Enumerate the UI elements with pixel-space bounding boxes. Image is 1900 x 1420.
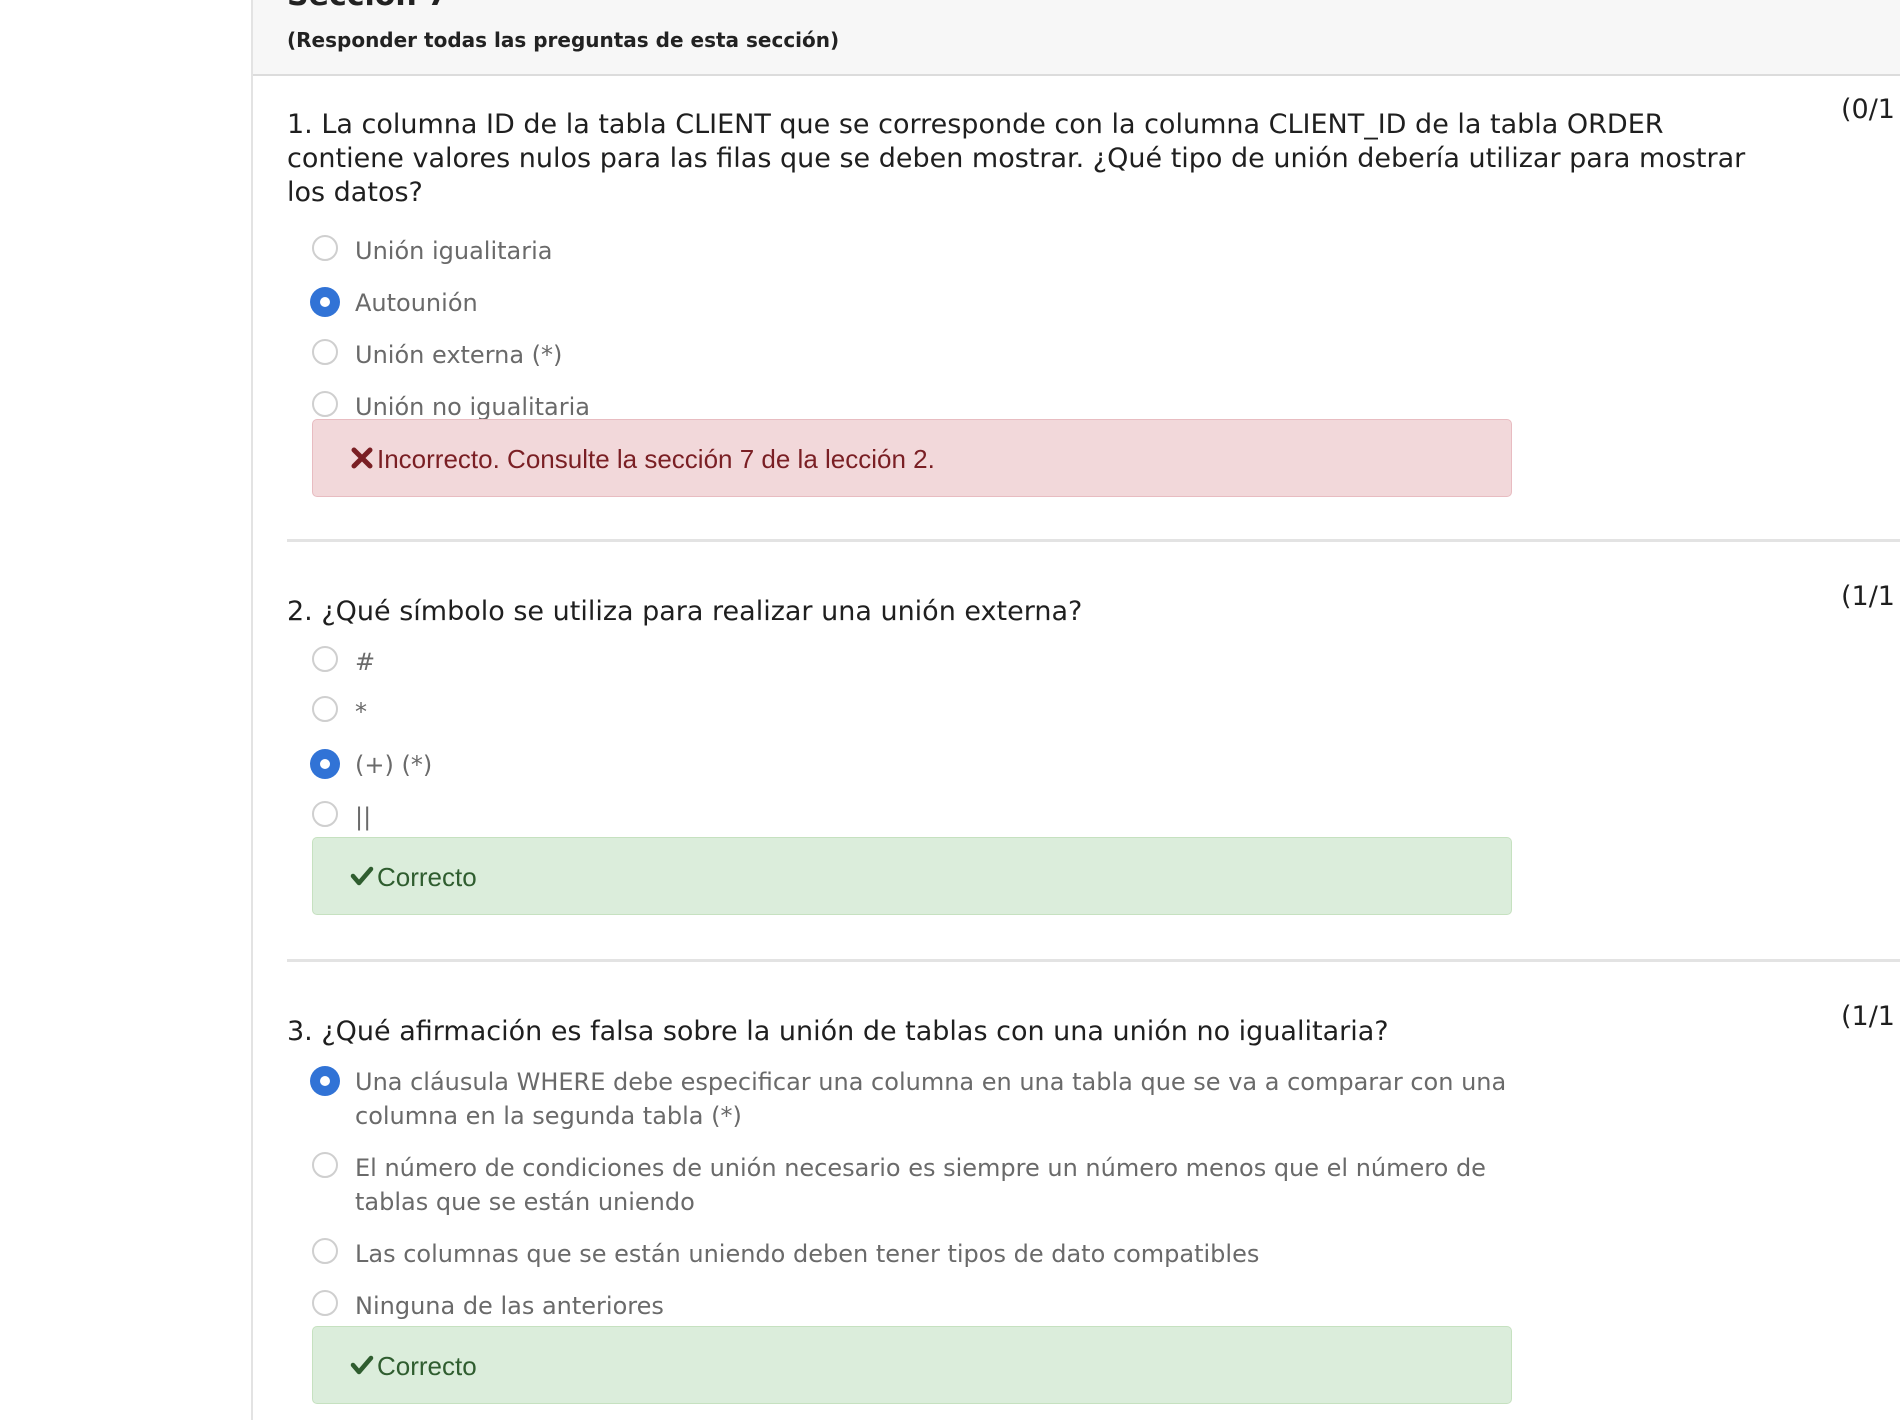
question-divider	[287, 539, 1900, 542]
question-text: 2. ¿Qué símbolo se utiliza para realizar…	[287, 596, 1083, 627]
option-label: El número de condiciones de unión necesa…	[355, 1154, 1486, 1216]
option-label: Unión igualitaria	[355, 237, 553, 265]
radio-button[interactable]	[312, 1238, 338, 1264]
x-mark-icon	[351, 447, 373, 469]
option-label: Autounión	[355, 289, 478, 317]
option-label: Una cláusula WHERE debe especificar una …	[355, 1068, 1507, 1130]
feedback-incorrect: Incorrecto. Consulte la sección 7 de la …	[312, 419, 1512, 497]
feedback-text: Correcto	[377, 1351, 477, 1381]
feedback-correct: Correcto	[312, 1326, 1512, 1404]
feedback-correct: Correcto	[312, 837, 1512, 915]
feedback-text: Correcto	[377, 862, 477, 892]
option-label: #	[355, 648, 376, 676]
check-mark-icon	[350, 1355, 374, 1375]
option-label: (+) (*)	[355, 751, 433, 779]
radio-button[interactable]	[312, 646, 338, 672]
radio-button[interactable]	[312, 391, 338, 417]
question-score: (0/1	[1841, 94, 1895, 125]
check-mark-icon	[350, 866, 374, 886]
section-subtitle: (Responder todas las preguntas de esta s…	[287, 28, 840, 52]
option-label: *	[355, 698, 367, 726]
feedback-text: Incorrecto. Consulte la sección 7 de la …	[377, 444, 935, 474]
radio-button[interactable]	[312, 1290, 338, 1316]
option-label: ||	[355, 803, 372, 831]
section-title: Sección 7	[287, 0, 448, 13]
question-score: (1/1	[1841, 1001, 1895, 1032]
question-1: 1. La columna ID de la tabla CLIENT que …	[287, 94, 1900, 498]
question-2: 2. ¿Qué símbolo se utiliza para realizar…	[287, 581, 1900, 925]
radio-button[interactable]	[312, 1152, 338, 1178]
radio-button-selected[interactable]	[310, 1066, 340, 1096]
radio-button[interactable]	[312, 339, 338, 365]
option-label: Unión externa (*)	[355, 341, 563, 369]
answer-option[interactable]: El número de condiciones de unión necesa…	[312, 1151, 1512, 1219]
radio-button[interactable]	[312, 696, 338, 722]
question-score: (1/1	[1841, 581, 1895, 612]
question-text: 3. ¿Qué afirmación es falsa sobre la uni…	[287, 1016, 1389, 1047]
option-label: Las columnas que se están uniendo deben …	[355, 1240, 1260, 1268]
radio-button[interactable]	[312, 235, 338, 261]
radio-button-selected[interactable]	[310, 287, 340, 317]
section-header: Sección 7 (Responder todas las preguntas…	[253, 0, 1900, 76]
radio-button-selected[interactable]	[310, 749, 340, 779]
option-label: Ninguna de las anteriores	[355, 1292, 664, 1320]
answer-option[interactable]: Una cláusula WHERE debe especificar una …	[310, 1065, 1512, 1133]
question-divider	[287, 959, 1900, 962]
radio-button[interactable]	[312, 801, 338, 827]
page-left-border	[251, 0, 253, 1420]
question-text: 1. La columna ID de la tabla CLIENT que …	[287, 109, 1746, 208]
question-3: 3. ¿Qué afirmación es falsa sobre la uni…	[287, 1001, 1900, 1415]
